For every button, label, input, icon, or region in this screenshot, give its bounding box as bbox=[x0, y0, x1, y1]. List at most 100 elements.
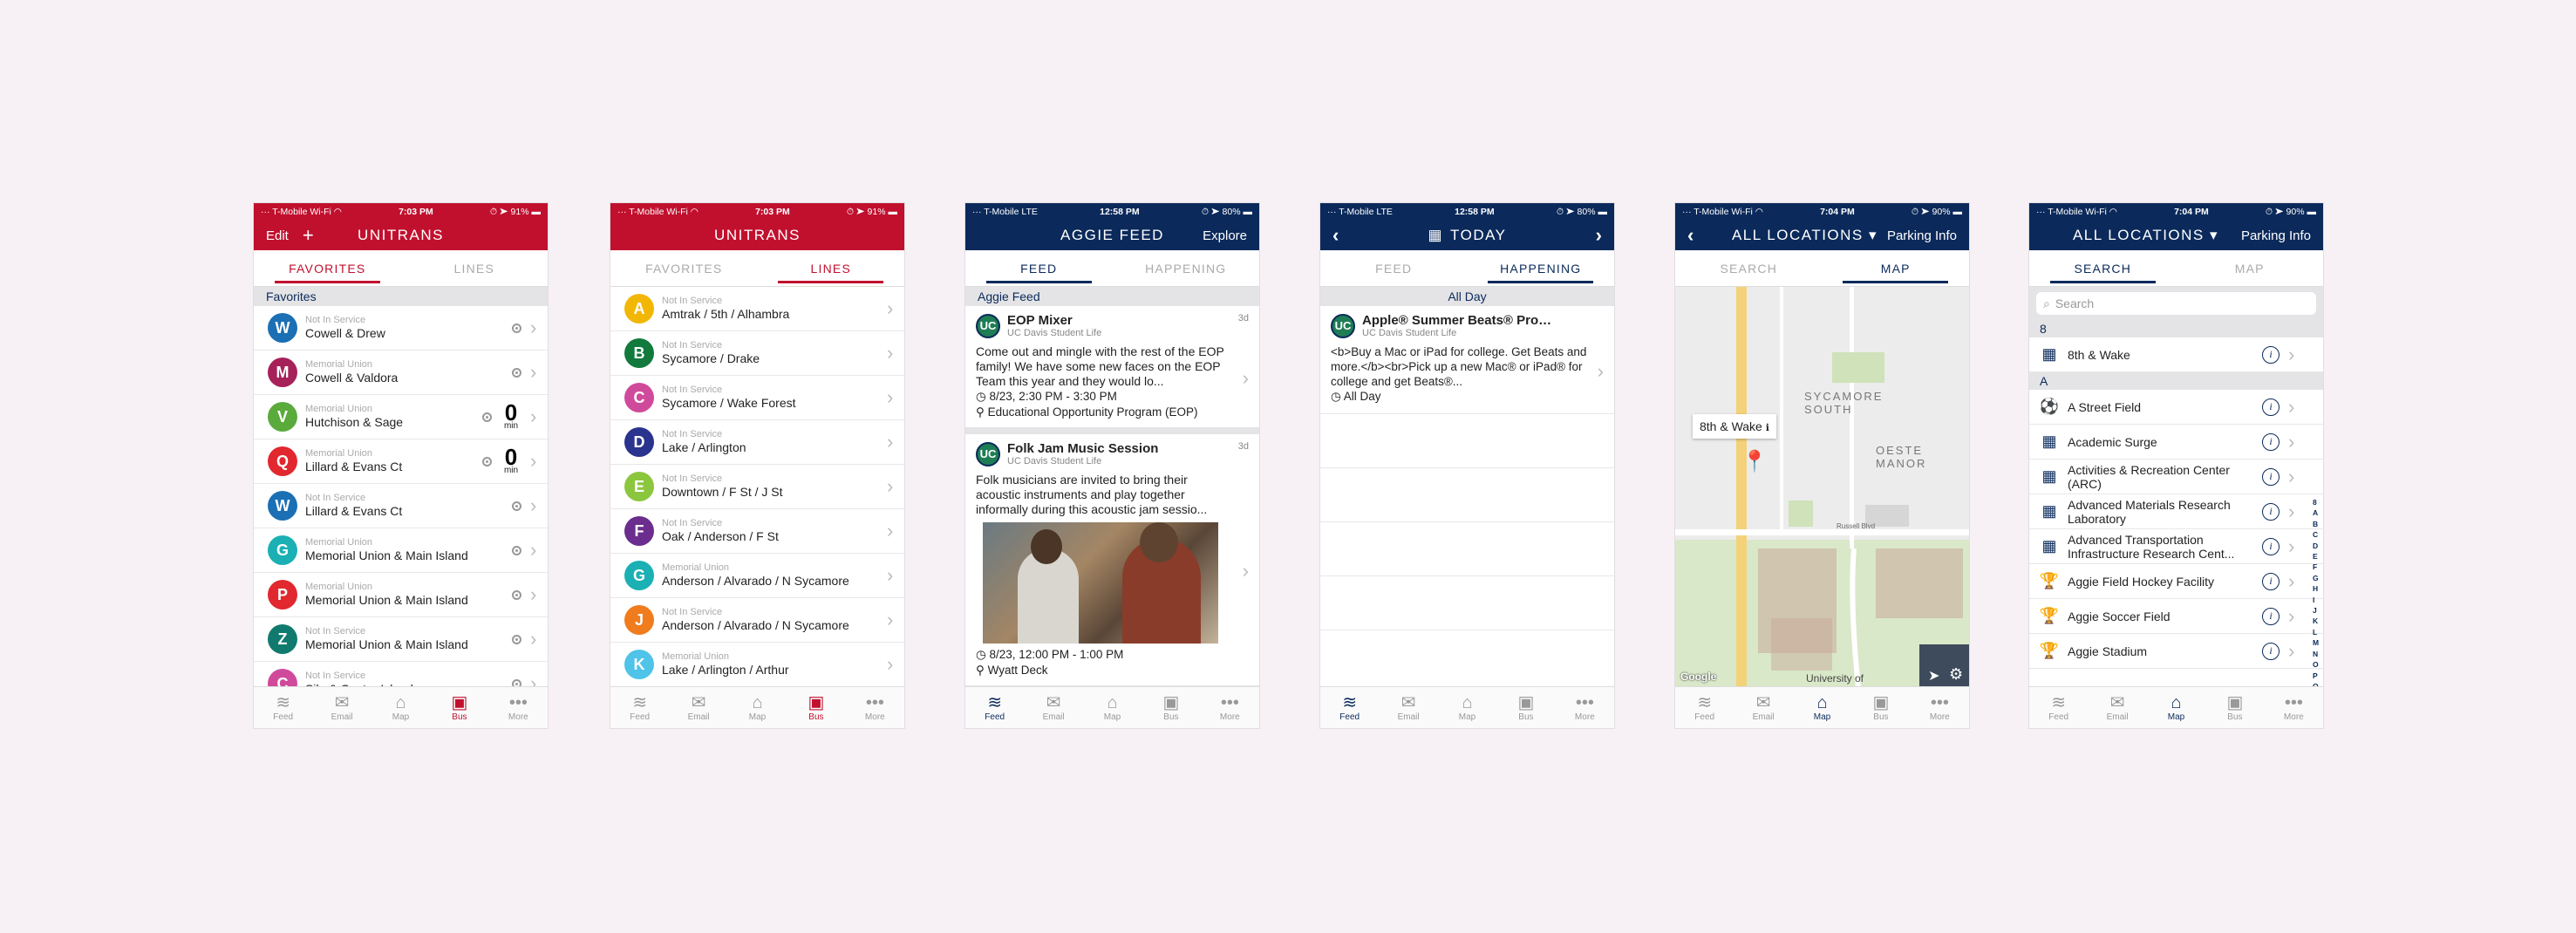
route-row[interactable]: K Memorial Union Lake / Arlington / Arthur… bbox=[610, 643, 904, 687]
tab-favorites[interactable]: FAVORITES bbox=[610, 250, 758, 286]
index-letter[interactable]: N bbox=[2313, 649, 2320, 659]
info-icon[interactable]: i bbox=[2262, 345, 2280, 364]
edit-button[interactable]: Edit bbox=[266, 228, 289, 243]
location-row[interactable]: 🏆 Aggie Stadium i › bbox=[2029, 634, 2323, 669]
tab-bar-item-more[interactable]: ••• More bbox=[846, 687, 904, 728]
index-letter[interactable]: L bbox=[2313, 627, 2320, 637]
nav-title[interactable]: ALL LOCATIONS ▾ bbox=[2073, 227, 2218, 244]
tab-map[interactable]: MAP bbox=[2177, 250, 2324, 286]
feed-card[interactable]: UC Folk Jam Music Session UC Davis Studen… bbox=[965, 434, 1259, 692]
info-icon[interactable]: i bbox=[2262, 642, 2280, 660]
index-letter[interactable]: J bbox=[2313, 605, 2320, 616]
add-icon[interactable]: + bbox=[303, 226, 314, 245]
route-row[interactable]: Z Not In Service Memorial Union & Main Isl… bbox=[254, 617, 548, 662]
tab-search[interactable]: SEARCH bbox=[1675, 250, 1823, 286]
route-row[interactable]: Q Memorial Union Lillard & Evans Ct 0 min › bbox=[254, 439, 548, 484]
route-row[interactable]: W Not In Service Cowell & Drew › bbox=[254, 306, 548, 351]
info-icon[interactable]: i bbox=[2262, 537, 2280, 555]
tab-bar-item-feed[interactable]: ≋ Feed bbox=[2029, 687, 2088, 728]
index-letter[interactable]: B bbox=[2313, 519, 2320, 529]
tab-bar-item-feed[interactable]: ≋ Feed bbox=[254, 687, 312, 728]
parking-info-button[interactable]: Parking Info bbox=[2241, 228, 2311, 243]
tab-bar-item-feed[interactable]: ≋ Feed bbox=[965, 687, 1024, 728]
tab-bar-item-feed[interactable]: ≋ Feed bbox=[610, 687, 669, 728]
location-row[interactable]: 🏆 Aggie Soccer Field i › bbox=[2029, 599, 2323, 634]
tab-bar-item-email[interactable]: ✉ Email bbox=[2088, 687, 2146, 728]
tab-bar-item-map[interactable]: ⌂ Map bbox=[728, 687, 787, 728]
tab-bar-item-more[interactable]: ••• More bbox=[1201, 687, 1259, 728]
tab-happening[interactable]: HAPPENING bbox=[1113, 250, 1260, 286]
route-row[interactable]: B Not In Service Sycamore / Drake › bbox=[610, 331, 904, 376]
index-letter[interactable]: M bbox=[2313, 637, 2320, 648]
info-icon[interactable]: i bbox=[2262, 502, 2280, 521]
tab-search[interactable]: SEARCH bbox=[2029, 250, 2177, 286]
tab-bar-item-bus[interactable]: ▣ Bus bbox=[1496, 687, 1555, 728]
tab-lines[interactable]: LINES bbox=[758, 250, 905, 286]
tab-map[interactable]: MAP bbox=[1823, 250, 1970, 286]
route-row[interactable]: A Not In Service Amtrak / 5th / Alhambra › bbox=[610, 287, 904, 331]
location-row[interactable]: 🏆 Aggie Field Hockey Facility i › bbox=[2029, 564, 2323, 599]
tab-lines[interactable]: LINES bbox=[401, 250, 549, 286]
tab-favorites[interactable]: FAVORITES bbox=[254, 250, 401, 286]
route-row[interactable]: G Memorial Union Anderson / Alvarado / N S… bbox=[610, 554, 904, 598]
route-row[interactable]: W Not In Service Lillard & Evans Ct › bbox=[254, 484, 548, 528]
tab-bar-item-more[interactable]: ••• More bbox=[1911, 687, 1969, 728]
tab-bar-item-bus[interactable]: ▣ Bus bbox=[1851, 687, 1910, 728]
route-row[interactable]: C Not In Service Sycamore / Wake Forest › bbox=[610, 376, 904, 420]
location-row[interactable]: ▦ Advanced Transportation Infrastructure … bbox=[2029, 529, 2323, 564]
map-pin-icon[interactable]: 📍 bbox=[1741, 449, 1768, 474]
index-letter[interactable]: O bbox=[2313, 659, 2320, 670]
event-card[interactable]: UC Apple® Summer Beats® Promoti... UC Dav… bbox=[1320, 306, 1614, 414]
location-row[interactable]: ▦ Activities & Recreation Center (ARC) i › bbox=[2029, 460, 2323, 494]
tab-bar-item-map[interactable]: ⌂ Map bbox=[1083, 687, 1141, 728]
route-row[interactable]: E Not In Service Downtown / F St / J St › bbox=[610, 465, 904, 509]
index-letter[interactable]: I bbox=[2313, 595, 2320, 605]
previous-day-button[interactable]: ‹ bbox=[1332, 224, 1339, 247]
index-letter[interactable]: F bbox=[2313, 562, 2320, 572]
location-row[interactable]: ▦ Academic Surge i › bbox=[2029, 425, 2323, 460]
index-letter[interactable]: K bbox=[2313, 616, 2320, 626]
back-button[interactable]: ‹ bbox=[1687, 224, 1693, 247]
info-icon[interactable]: i bbox=[2262, 467, 2280, 486]
tab-bar-item-email[interactable]: ✉ Email bbox=[1734, 687, 1792, 728]
tab-happening[interactable]: HAPPENING bbox=[1468, 250, 1615, 286]
location-row[interactable]: ⚽ A Street Field i › bbox=[2029, 390, 2323, 425]
tab-bar-item-email[interactable]: ✉ Email bbox=[1024, 687, 1082, 728]
feed-card[interactable]: UC EOP Mixer UC Davis Student Life 3d Com… bbox=[965, 306, 1259, 434]
tab-bar-item-bus[interactable]: ▣ Bus bbox=[430, 687, 488, 728]
info-icon[interactable]: ℹ bbox=[1766, 423, 1769, 433]
tab-bar-item-bus[interactable]: ▣ Bus bbox=[2205, 687, 2264, 728]
tab-feed[interactable]: FEED bbox=[965, 250, 1113, 286]
route-row[interactable]: G Memorial Union Memorial Union & Main Isl… bbox=[254, 528, 548, 573]
tab-bar-item-email[interactable]: ✉ Email bbox=[669, 687, 727, 728]
route-row[interactable]: D Not In Service Lake / Arlington › bbox=[610, 420, 904, 465]
info-icon[interactable]: i bbox=[2262, 607, 2280, 625]
tab-bar-item-email[interactable]: ✉ Email bbox=[312, 687, 371, 728]
map-callout[interactable]: 8th & Wake ℹ bbox=[1693, 414, 1776, 439]
tab-bar-item-map[interactable]: ⌂ Map bbox=[2147, 687, 2205, 728]
tab-bar-item-more[interactable]: ••• More bbox=[2265, 687, 2323, 728]
tab-feed[interactable]: FEED bbox=[1320, 250, 1468, 286]
next-day-button[interactable]: › bbox=[1596, 224, 1602, 247]
tab-bar-item-bus[interactable]: ▣ Bus bbox=[787, 687, 845, 728]
tab-bar-item-map[interactable]: ⌂ Map bbox=[1793, 687, 1851, 728]
parking-info-button[interactable]: Parking Info bbox=[1887, 228, 1957, 243]
index-letter[interactable]: G bbox=[2313, 573, 2320, 583]
location-row[interactable]: ▦ Advanced Materials Research Laboratory i… bbox=[2029, 494, 2323, 529]
index-letter[interactable]: E bbox=[2313, 551, 2320, 562]
index-letter[interactable]: C bbox=[2313, 529, 2320, 540]
search-input[interactable]: ⌕ Search bbox=[2036, 292, 2316, 315]
tab-bar-item-feed[interactable]: ≋ Feed bbox=[1675, 687, 1734, 728]
route-row[interactable]: P Memorial Union Memorial Union & Main Isl… bbox=[254, 573, 548, 617]
route-row[interactable]: M Memorial Union Cowell & Valdora › bbox=[254, 351, 548, 395]
info-icon[interactable]: i bbox=[2262, 432, 2280, 451]
route-row[interactable]: V Memorial Union Hutchison & Sage 0 min › bbox=[254, 395, 548, 439]
gear-icon[interactable]: ⚙ bbox=[1949, 665, 1963, 684]
map-view[interactable]: 8th & Wake ℹ 📍 SYCAMORE SOUTH OESTE MANO… bbox=[1675, 287, 1969, 686]
tab-bar-item-bus[interactable]: ▣ Bus bbox=[1141, 687, 1200, 728]
tab-bar-item-map[interactable]: ⌂ Map bbox=[1438, 687, 1496, 728]
info-icon[interactable]: i bbox=[2262, 572, 2280, 590]
locate-icon[interactable]: ➤ bbox=[1928, 667, 1939, 684]
explore-button[interactable]: Explore bbox=[1203, 228, 1247, 243]
tab-bar-item-more[interactable]: ••• More bbox=[1556, 687, 1614, 728]
